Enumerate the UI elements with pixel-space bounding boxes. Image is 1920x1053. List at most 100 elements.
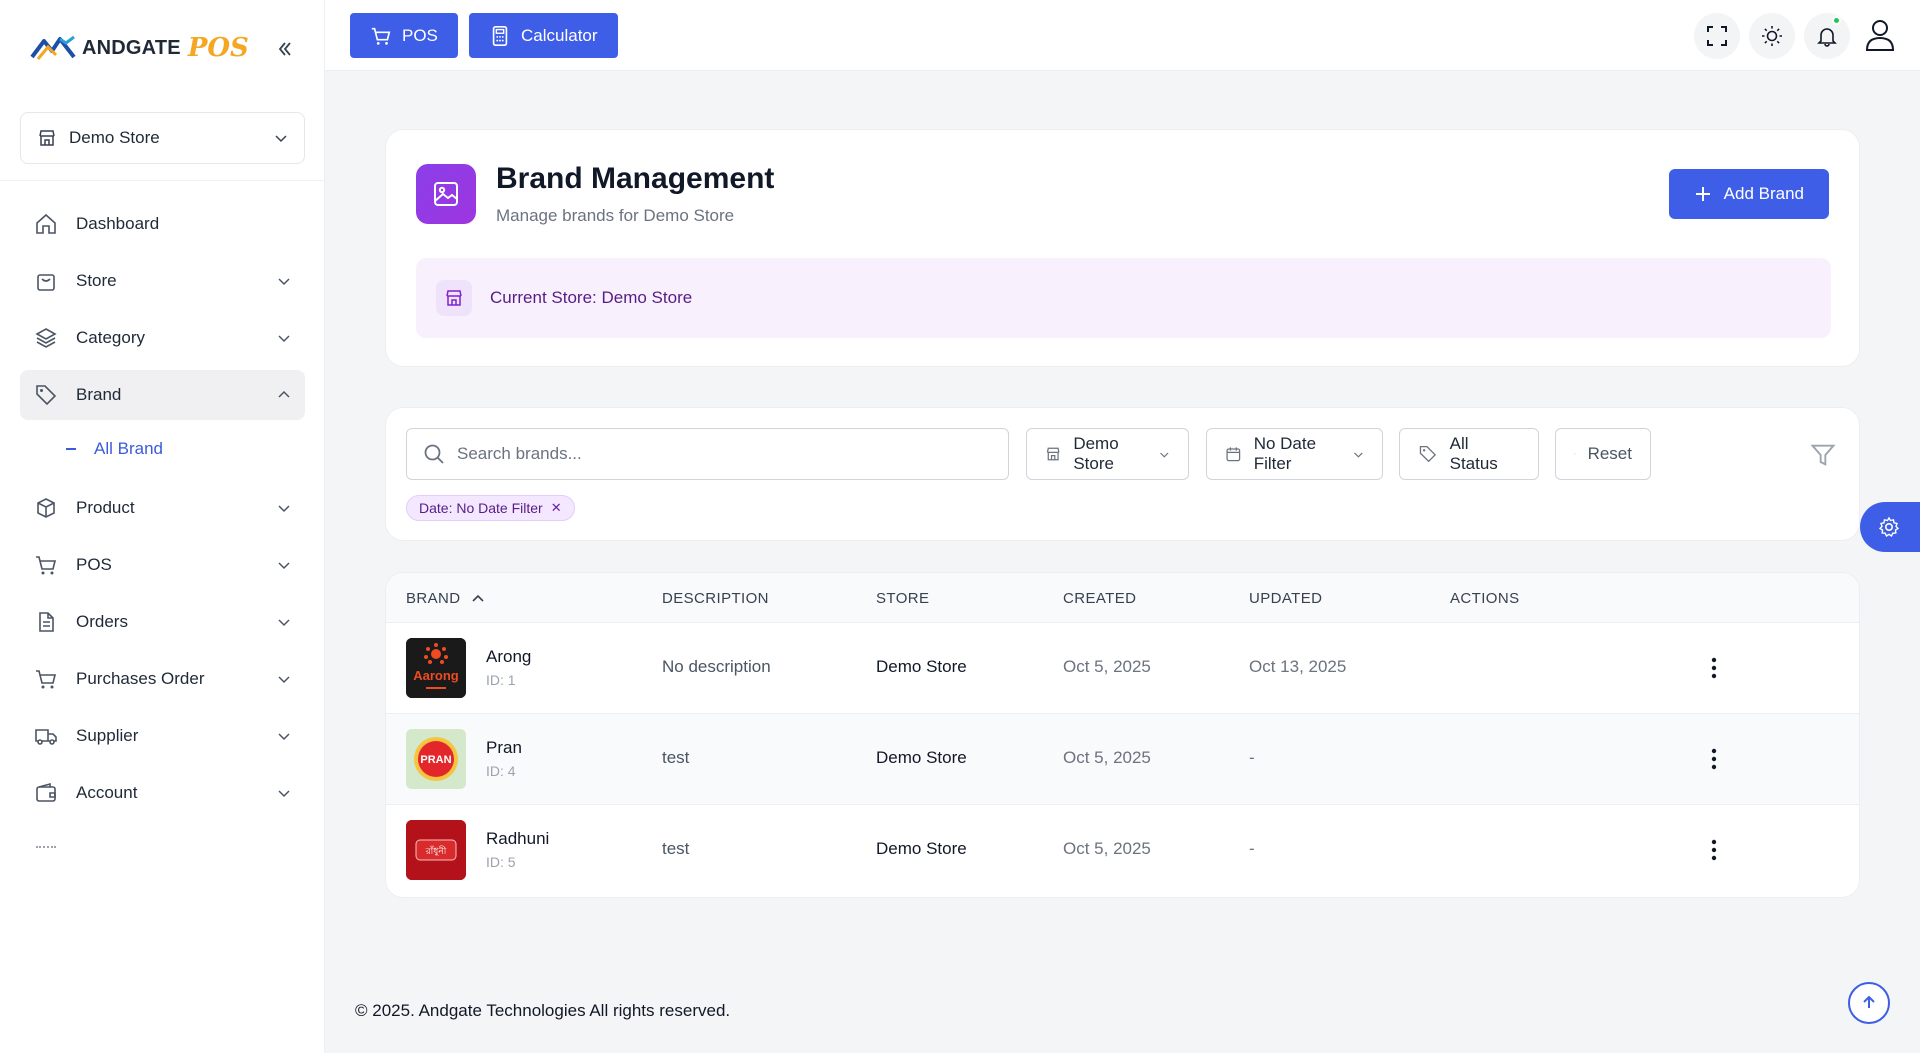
search-input[interactable] [457,444,992,464]
sidebar-item-product[interactable]: Product [20,483,305,533]
fullscreen-button[interactable] [1694,13,1740,59]
sidebar-nav: Dashboard Store Category Brand All Brand… [20,199,305,825]
cart-icon [36,556,57,575]
pos-button[interactable]: POS [350,13,458,58]
table-row[interactable]: PRAN Pran ID: 4 test Demo Store Oct 5, 2… [386,714,1859,805]
more-vertical-icon [1711,657,1717,679]
brand-updated: Oct 13, 2025 [1249,657,1347,676]
table-row[interactable]: Aarong Arong ID: 1 No description Demo S… [386,623,1859,714]
chevron-up-icon [278,390,290,398]
chevron-down-icon [278,619,290,627]
settings-fab-button[interactable] [1860,502,1920,552]
brand-id: ID: 1 [486,672,516,688]
user-icon [1865,20,1895,51]
brand-store: Demo Store [876,839,967,858]
sidebar-item-store[interactable]: Store [20,256,305,306]
theme-toggle-button[interactable] [1749,13,1795,59]
brand-name: Pran [486,738,522,757]
brand-store: Demo Store [876,657,967,676]
column-label: ACTIONS [1450,590,1520,607]
arrow-up-icon [1863,995,1875,1008]
store-filter-dropdown[interactable]: Demo Store [1026,428,1189,480]
sidebar: ANDGATE POS Demo Store Dashboard Store C… [0,0,325,1053]
truck-icon [35,729,57,745]
home-icon [36,213,56,234]
search-icon [424,444,444,464]
subitem-dash [66,448,76,450]
brand-updated: - [1249,839,1255,858]
sidebar-subitem-all-brand[interactable]: All Brand [20,427,305,471]
filter-card: Demo Store No Date Filter All Status Res… [385,407,1860,541]
sidebar-subitem-label: All Brand [94,439,163,458]
more-vertical-icon [1711,839,1717,861]
collapse-sidebar-button[interactable] [270,34,300,64]
image-icon [434,182,458,206]
cart-icon [36,670,57,689]
brand-logo: Aarong [406,638,466,698]
notification-dot [1832,16,1841,25]
pran-logo-image: PRAN [406,729,466,789]
calculator-button[interactable]: Calculator [469,13,618,58]
table-row[interactable]: রাঁধুনী Radhuni ID: 5 test Demo Store Oc… [386,805,1859,896]
bag-icon [37,274,55,291]
sidebar-item-category[interactable]: Category [20,313,305,363]
store-selector[interactable]: Demo Store [20,112,305,164]
sidebar-item-pos[interactable]: POS [20,540,305,590]
brand-updated: - [1249,748,1255,767]
more-vertical-icon [1711,748,1717,770]
chevron-down-icon [278,733,290,741]
app-logo[interactable]: ANDGATE POS [30,30,249,66]
table-header: BRAND DESCRIPTION STORE CREATED UPDATED … [386,573,1859,623]
sidebar-item-orders[interactable]: Orders [20,597,305,647]
sidebar-item-label: Account [76,783,138,802]
status-filter-dropdown[interactable]: All Status [1399,428,1539,480]
chevron-down-icon [275,135,287,143]
calculator-icon [492,25,508,46]
radhuni-logo-image: রাঁধুনী [406,820,466,880]
page-title: Brand Management [496,162,775,195]
brands-table: BRAND DESCRIPTION STORE CREATED UPDATED … [385,572,1860,898]
logo-text: ANDGATE [82,36,181,59]
logo-pos-text: POS [187,33,249,63]
filter-icon[interactable] [1809,441,1837,469]
reset-button[interactable]: Reset [1555,428,1651,480]
date-filter-dropdown[interactable]: No Date Filter [1206,428,1383,480]
sidebar-item-label: Product [76,498,135,517]
row-actions-button[interactable] [1699,651,1729,685]
date-filter-label: No Date Filter [1253,434,1317,473]
column-header-created: CREATED [1063,590,1136,607]
logo-text: রাঁধুনী [425,845,447,857]
scroll-to-top-button[interactable] [1848,982,1890,1024]
sidebar-item-purchases-order[interactable]: Purchases Order [20,654,305,704]
brand-created: Oct 5, 2025 [1063,748,1151,767]
row-actions-button[interactable] [1699,833,1729,867]
sidebar-item-brand[interactable]: Brand [20,370,305,420]
chevron-down-icon [1354,452,1363,458]
sidebar-item-supplier[interactable]: Supplier [20,711,305,761]
add-brand-label: Add Brand [1723,184,1804,203]
notifications-button[interactable] [1804,13,1850,59]
brand-description: No description [662,657,771,676]
sidebar-item-label: Store [76,271,117,290]
brand-description: test [662,748,690,767]
brand-logo: PRAN [406,729,466,789]
sidebar-item-account[interactable]: Account [20,768,305,818]
brand-store: Demo Store [876,748,967,767]
user-menu-button[interactable] [1860,15,1900,55]
fullscreen-icon [1707,26,1727,46]
column-header-brand[interactable]: BRAND [406,590,485,607]
row-actions-button[interactable] [1699,742,1729,776]
add-brand-button[interactable]: Add Brand [1668,169,1829,219]
wallet-icon [36,782,56,802]
sidebar-item-label: Dashboard [76,214,160,233]
brand-image-icon [416,164,476,224]
bell-icon [1817,28,1837,47]
store-selector-label: Demo Store [69,128,160,147]
column-label: DESCRIPTION [662,590,769,607]
close-icon[interactable]: ✕ [551,500,562,516]
sidebar-item-dashboard[interactable]: Dashboard [20,199,305,249]
brand-id: ID: 5 [486,854,516,870]
reset-label: Reset [1587,444,1632,463]
search-box [406,428,1009,480]
chevron-down-icon [278,505,290,513]
